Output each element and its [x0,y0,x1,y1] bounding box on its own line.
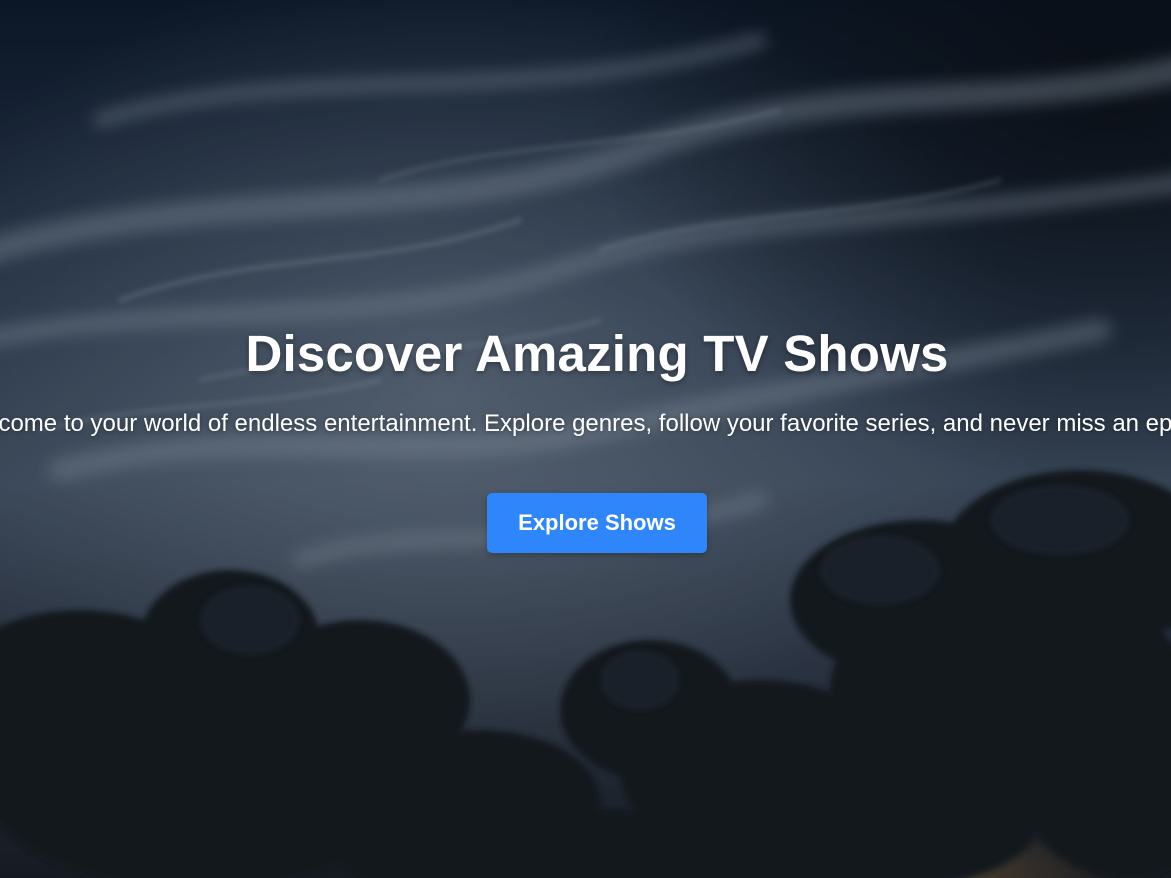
hero-subtitle: Welcome to your world of endless enterta… [0,410,1171,437]
page-title: Discover Amazing TV Shows [245,325,949,382]
explore-shows-button[interactable]: Explore Shows [487,493,707,553]
hero-content: Discover Amazing TV Shows Welcome to you… [0,0,1171,878]
hero-section: Discover Amazing TV Shows Welcome to you… [0,0,1171,878]
